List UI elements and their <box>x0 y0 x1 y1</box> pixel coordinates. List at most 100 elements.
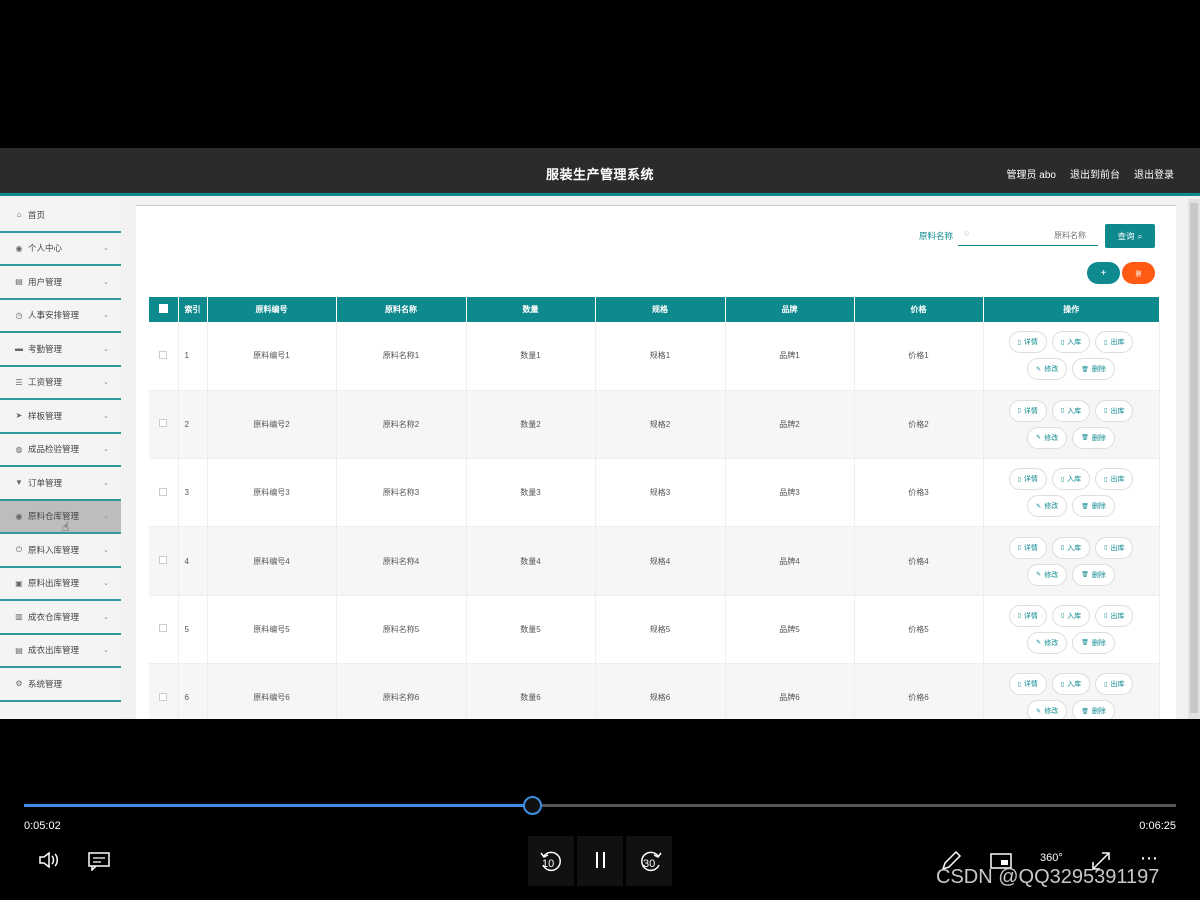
logout-link[interactable]: 退出登录 <box>1134 166 1174 181</box>
scrollbar-thumb[interactable] <box>1190 203 1198 713</box>
edit-button[interactable]: ✎ 修改 <box>1027 631 1068 654</box>
chevron-down-icon: ⌄ <box>103 647 109 655</box>
detail-button[interactable]: ▯ 详情 <box>1008 399 1047 422</box>
stock-out-button[interactable]: ▯ 出库 <box>1095 468 1134 491</box>
stock-in-button[interactable]: ▯ 入库 <box>1051 331 1091 354</box>
search-input[interactable] <box>978 226 1086 244</box>
scrollbar[interactable] <box>1188 199 1200 719</box>
detail-button[interactable]: ▯ 详情 <box>1008 468 1047 491</box>
action-label: 详情 <box>1023 476 1038 484</box>
action-label: 详情 <box>1023 544 1038 552</box>
admin-user-link[interactable]: 管理员 abo <box>1007 166 1056 181</box>
cell-brand: 品牌4 <box>725 526 855 596</box>
sidebar-item[interactable]: ▣ 原料出库管理 ⌄ <box>0 568 121 601</box>
sidebar-item[interactable]: ◷ 人事安排管理 ⌄ <box>0 300 121 333</box>
row-select-cell[interactable] <box>149 390 179 460</box>
cell-brand: 品牌3 <box>725 458 855 528</box>
search-field[interactable]: ○ <box>958 224 1098 246</box>
cell-qty: 数量3 <box>466 458 596 528</box>
row-checkbox[interactable] <box>159 556 168 565</box>
table-row: 3 原料编号3 原料名称3 数量3 规格3 品牌3 价格3 ▯ 详情 ▯ 入库 ▯ 出库 ✎ 修改 🗑 删除 <box>149 458 1160 528</box>
chevron-down-icon: ⌄ <box>103 479 109 487</box>
edit-button[interactable]: ✎ 修改 <box>1027 426 1068 449</box>
stock-in-button[interactable]: ▯ 入库 <box>1051 604 1091 627</box>
stock-out-button[interactable]: ▯ 出库 <box>1095 399 1134 422</box>
row-select-cell[interactable] <box>149 595 179 664</box>
progress-bar[interactable] <box>24 804 1176 807</box>
stock-in-button[interactable]: ▯ 入库 <box>1051 468 1091 491</box>
360-view-icon[interactable]: 360° <box>1040 852 1063 864</box>
column-header: 原料名称 <box>336 297 467 322</box>
stock-in-button[interactable]: ▯ 入库 <box>1051 673 1091 696</box>
search-icon: ⌕ <box>1137 230 1143 241</box>
stock-in-icon: ▯ <box>1060 476 1065 483</box>
chevron-down-icon: ⌄ <box>103 546 109 554</box>
row-select-cell[interactable] <box>149 526 179 596</box>
select-all-checkbox[interactable] <box>158 304 168 313</box>
delete-button[interactable]: 🗑 删除 <box>1072 495 1115 518</box>
batch-delete-button[interactable]: 删 <box>1122 262 1155 284</box>
action-label: 出库 <box>1110 407 1125 415</box>
detail-button[interactable]: ▯ 详情 <box>1008 604 1047 627</box>
sidebar-item[interactable]: ☰ 工资管理 ⌄ <box>0 367 121 400</box>
sidebar-item[interactable]: ▤ 成衣出库管理 ⌄ <box>0 635 121 668</box>
stock-out-button[interactable]: ▯ 出库 <box>1095 331 1134 354</box>
stock-out-button[interactable]: ▯ 出库 <box>1095 604 1134 627</box>
progress-knob[interactable] <box>523 796 542 815</box>
delete-button[interactable]: 🗑 删除 <box>1072 700 1115 719</box>
delete-button[interactable]: 🗑 删除 <box>1072 358 1115 381</box>
sidebar-item[interactable]: ◉ 个人中心 ⌄ <box>0 233 121 266</box>
stock-out-button[interactable]: ▯ 出库 <box>1095 536 1134 559</box>
detail-button[interactable]: ▯ 详情 <box>1008 673 1047 696</box>
row-checkbox[interactable] <box>159 350 168 359</box>
row-actions-cell: ▯ 详情 ▯ 入库 ▯ 出库 ✎ 修改 🗑 删除 <box>983 390 1160 460</box>
sidebar-item[interactable]: ⚙ 系统管理 <box>0 668 121 702</box>
delete-button[interactable]: 🗑 删除 <box>1072 563 1115 586</box>
chevron-down-icon: ⌄ <box>103 312 109 320</box>
edit-button[interactable]: ✎ 修改 <box>1027 358 1068 381</box>
delete-icon: 🗑 <box>1081 435 1089 442</box>
sidebar-item[interactable]: ▬ 考勤管理 ⌄ <box>0 333 121 367</box>
sidebar-item[interactable]: ▥ 成衣仓库管理 ⌄ <box>0 601 121 635</box>
select-all-header[interactable] <box>149 297 179 322</box>
pause-button[interactable] <box>593 850 609 875</box>
stock-out-icon: ▯ <box>1104 681 1108 688</box>
volume-icon[interactable] <box>38 850 60 875</box>
row-select-cell[interactable] <box>149 322 179 391</box>
sidebar-item[interactable]: ⏻ 原料入库管理 ⌄ <box>0 534 121 568</box>
row-index: 6 <box>178 663 208 719</box>
action-label: 入库 <box>1067 612 1082 620</box>
stock-in-icon: ▯ <box>1060 339 1065 346</box>
row-checkbox[interactable] <box>159 692 168 701</box>
sidebar-item[interactable]: ▼ 订单管理 ⌄ <box>0 467 121 501</box>
sidebar-item[interactable]: ➤ 样板管理 ⌄ <box>0 400 121 434</box>
stock-in-button[interactable]: ▯ 入库 <box>1051 399 1091 422</box>
action-label: 详情 <box>1023 612 1038 620</box>
row-checkbox[interactable] <box>159 487 168 496</box>
sidebar-item[interactable]: ▤ 用户管理 ⌄ <box>0 266 121 300</box>
delete-button[interactable]: 🗑 删除 <box>1072 426 1115 449</box>
row-checkbox[interactable] <box>159 419 168 428</box>
cell-name: 原料名称4 <box>336 526 467 596</box>
sidebar-item[interactable]: ◉ 原料仓库管理 ⌄ <box>0 500 121 534</box>
stock-out-button[interactable]: ▯ 出库 <box>1095 673 1134 696</box>
sidebar-item[interactable]: ◍ 成品检验管理 ⌄ <box>0 434 121 467</box>
sidebar-item-label: 样板管理 <box>28 410 63 421</box>
edit-button[interactable]: ✎ 修改 <box>1027 700 1068 719</box>
subtitles-icon[interactable] <box>88 851 110 876</box>
query-button[interactable]: 查询 ⌕ <box>1105 224 1155 248</box>
back-to-frontend-link[interactable]: 退出到前台 <box>1070 166 1120 181</box>
edit-icon: ✎ <box>1036 640 1042 647</box>
edit-button[interactable]: ✎ 修改 <box>1027 563 1068 586</box>
delete-button[interactable]: 🗑 删除 <box>1072 631 1115 654</box>
sidebar-item[interactable]: ⌂ 首页 <box>0 199 121 233</box>
stock-in-button[interactable]: ▯ 入库 <box>1051 536 1091 559</box>
sidebar: ⌂ 首页 ◉ 个人中心 ⌄ ▤ 用户管理 ⌄ ◷ 人事安排管理 ⌄ ▬ 考勤管理 ⌄ ☰ 工资管理 ⌄ ➤ 样板管理… <box>0 199 121 719</box>
row-select-cell[interactable] <box>149 663 179 719</box>
row-checkbox[interactable] <box>159 624 168 633</box>
add-button[interactable]: + <box>1087 262 1120 284</box>
edit-button[interactable]: ✎ 修改 <box>1027 495 1068 518</box>
detail-button[interactable]: ▯ 详情 <box>1008 331 1047 354</box>
detail-button[interactable]: ▯ 详情 <box>1008 536 1047 559</box>
row-select-cell[interactable] <box>149 458 179 528</box>
